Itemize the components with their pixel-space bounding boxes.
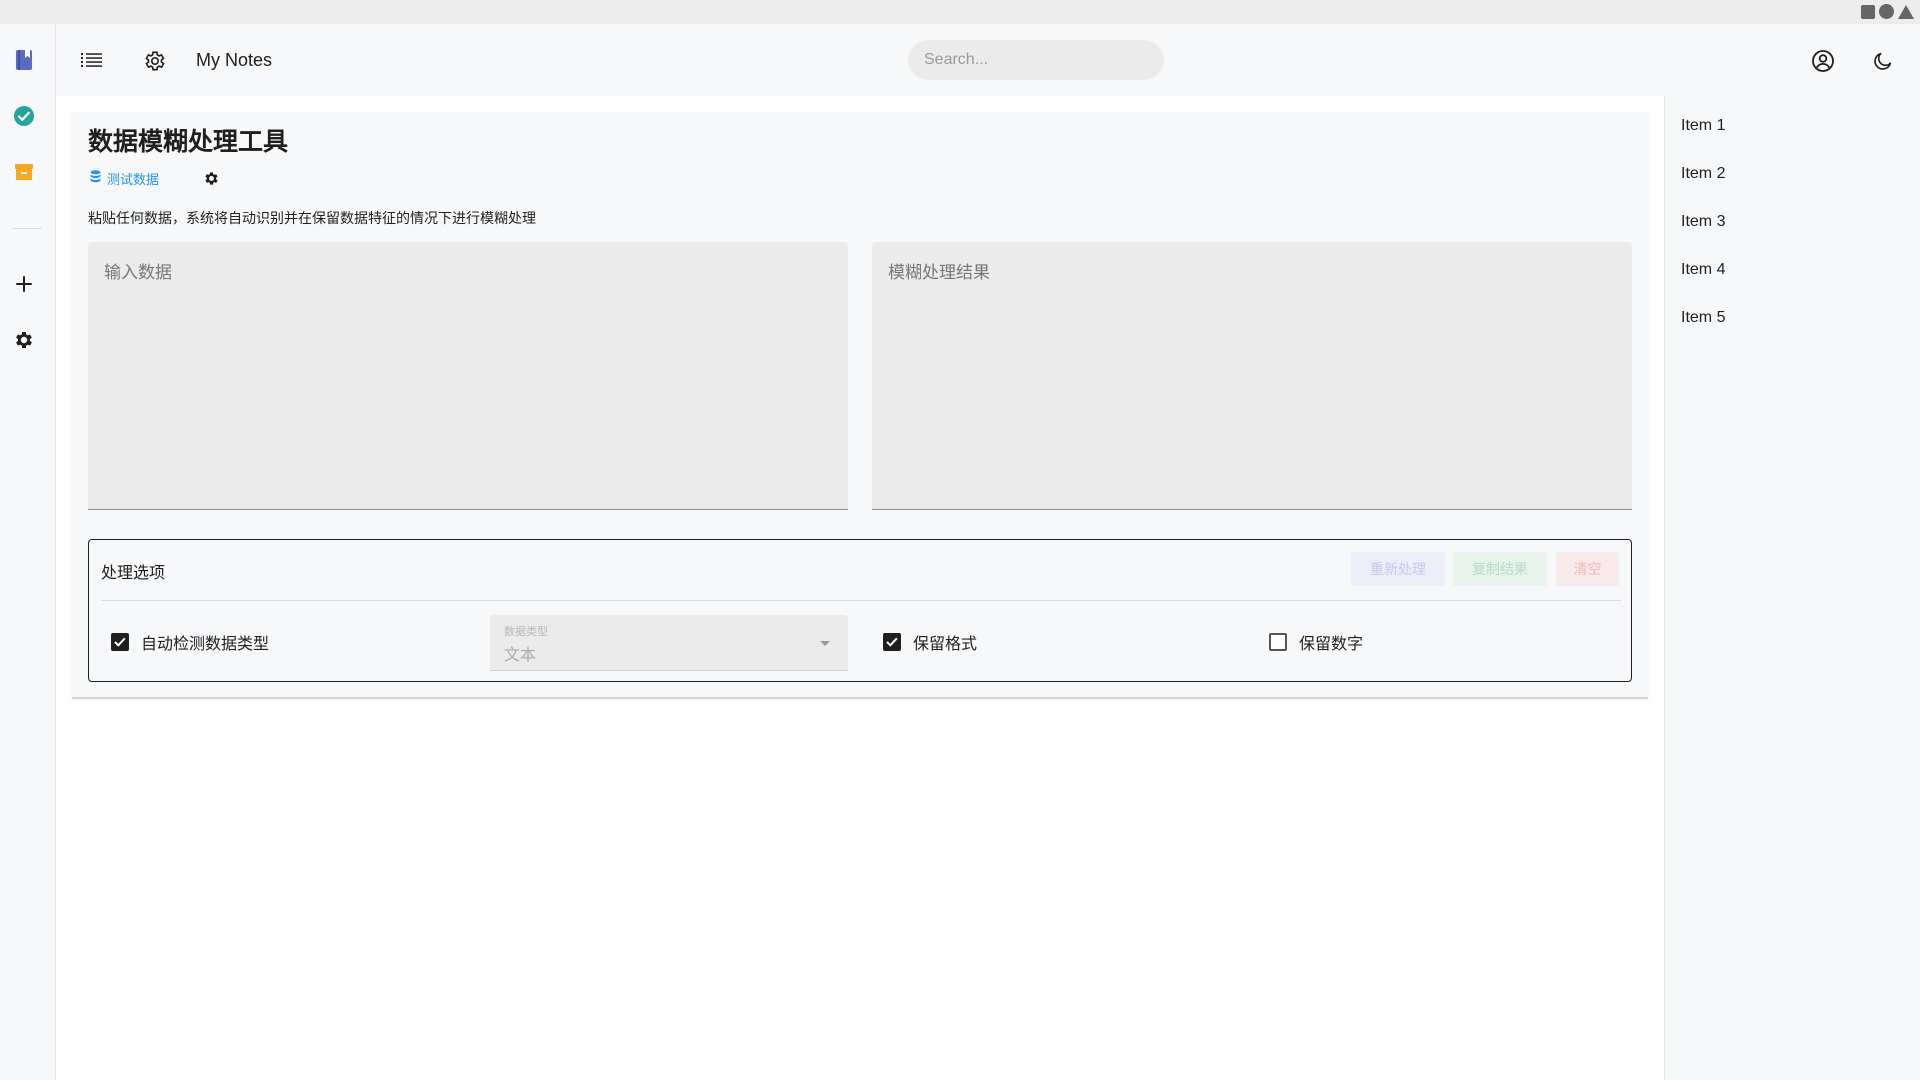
sidebar-item-2[interactable]: Item 2: [1681, 165, 1725, 183]
left-rail: [0, 24, 56, 1080]
circle-icon[interactable]: [1879, 4, 1894, 19]
gear-icon[interactable]: [10, 326, 38, 354]
clear-button[interactable]: 清空: [1556, 552, 1619, 586]
checkbox-unchecked-icon[interactable]: [1269, 633, 1287, 651]
check-circle-icon[interactable]: [10, 102, 38, 130]
options-divider: [101, 600, 1621, 601]
window-controls: [1861, 4, 1914, 19]
reprocess-button[interactable]: 重新处理: [1351, 552, 1445, 586]
app-title: My Notes: [196, 50, 273, 70]
auto-detect-checkbox[interactable]: 自动检测数据类型: [111, 630, 269, 654]
sidebar-item-3[interactable]: Item 3: [1681, 213, 1725, 231]
data-type-value: 文本: [504, 647, 537, 664]
sidebar-item-1[interactable]: Item 1: [1681, 117, 1725, 135]
data-type-select[interactable]: 数据类型 文本: [490, 615, 848, 671]
keep-numbers-checkbox[interactable]: 保留数字: [1269, 630, 1363, 654]
search-input[interactable]: [908, 40, 1164, 80]
rail-divider: [12, 228, 42, 229]
checkbox-checked-icon[interactable]: [883, 633, 901, 651]
list-menu-icon[interactable]: [77, 46, 107, 76]
auto-detect-label: 自动检测数据类型: [141, 636, 270, 653]
input-data-field[interactable]: [88, 242, 848, 510]
square-icon[interactable]: [1861, 4, 1875, 19]
options-title: 处理选项: [101, 565, 166, 582]
archive-icon[interactable]: [10, 158, 38, 186]
keep-format-label: 保留格式: [913, 636, 978, 653]
copy-result-button[interactable]: 复制结果: [1453, 552, 1547, 586]
output-result-field[interactable]: [872, 242, 1632, 510]
settings-icon[interactable]: [140, 46, 170, 76]
checkbox-checked-icon[interactable]: [111, 633, 129, 651]
keep-numbers-label: 保留数字: [1299, 636, 1364, 653]
sidebar-item-5[interactable]: Item 5: [1681, 309, 1725, 327]
tool-card: 数据模糊处理工具 测试数据 粘贴任何数据，系统将自动识别并在保留数据特征的情况下…: [72, 112, 1648, 699]
data-type-label: 数据类型: [504, 626, 548, 638]
sidebar-item-4[interactable]: Item 4: [1681, 261, 1725, 279]
processing-options-panel: 处理选项 重新处理 复制结果 清空 自动检测数据类型 数据类型 文本 保留格式 …: [88, 539, 1632, 682]
page-description: 粘贴任何数据，系统将自动识别并在保留数据特征的情况下进行模糊处理: [88, 210, 536, 226]
gear-icon[interactable]: [200, 167, 222, 189]
moon-icon[interactable]: [1868, 46, 1898, 76]
triangle-icon[interactable]: [1898, 4, 1914, 19]
caret-down-icon: [820, 641, 830, 646]
notebook-icon[interactable]: [10, 46, 38, 74]
test-data-label: 测试数据: [107, 171, 160, 187]
plus-icon[interactable]: [10, 270, 38, 298]
window-title-bar: [0, 0, 1920, 24]
test-data-button[interactable]: 测试数据: [82, 166, 167, 190]
app-header: My Notes: [56, 24, 1920, 96]
right-sidebar: Item 1 Item 2 Item 3 Item 4 Item 5: [1664, 96, 1920, 1080]
keep-format-checkbox[interactable]: 保留格式: [883, 630, 977, 654]
page-title: 数据模糊处理工具: [88, 128, 289, 156]
account-icon[interactable]: [1808, 46, 1838, 76]
database-icon: [90, 170, 101, 186]
